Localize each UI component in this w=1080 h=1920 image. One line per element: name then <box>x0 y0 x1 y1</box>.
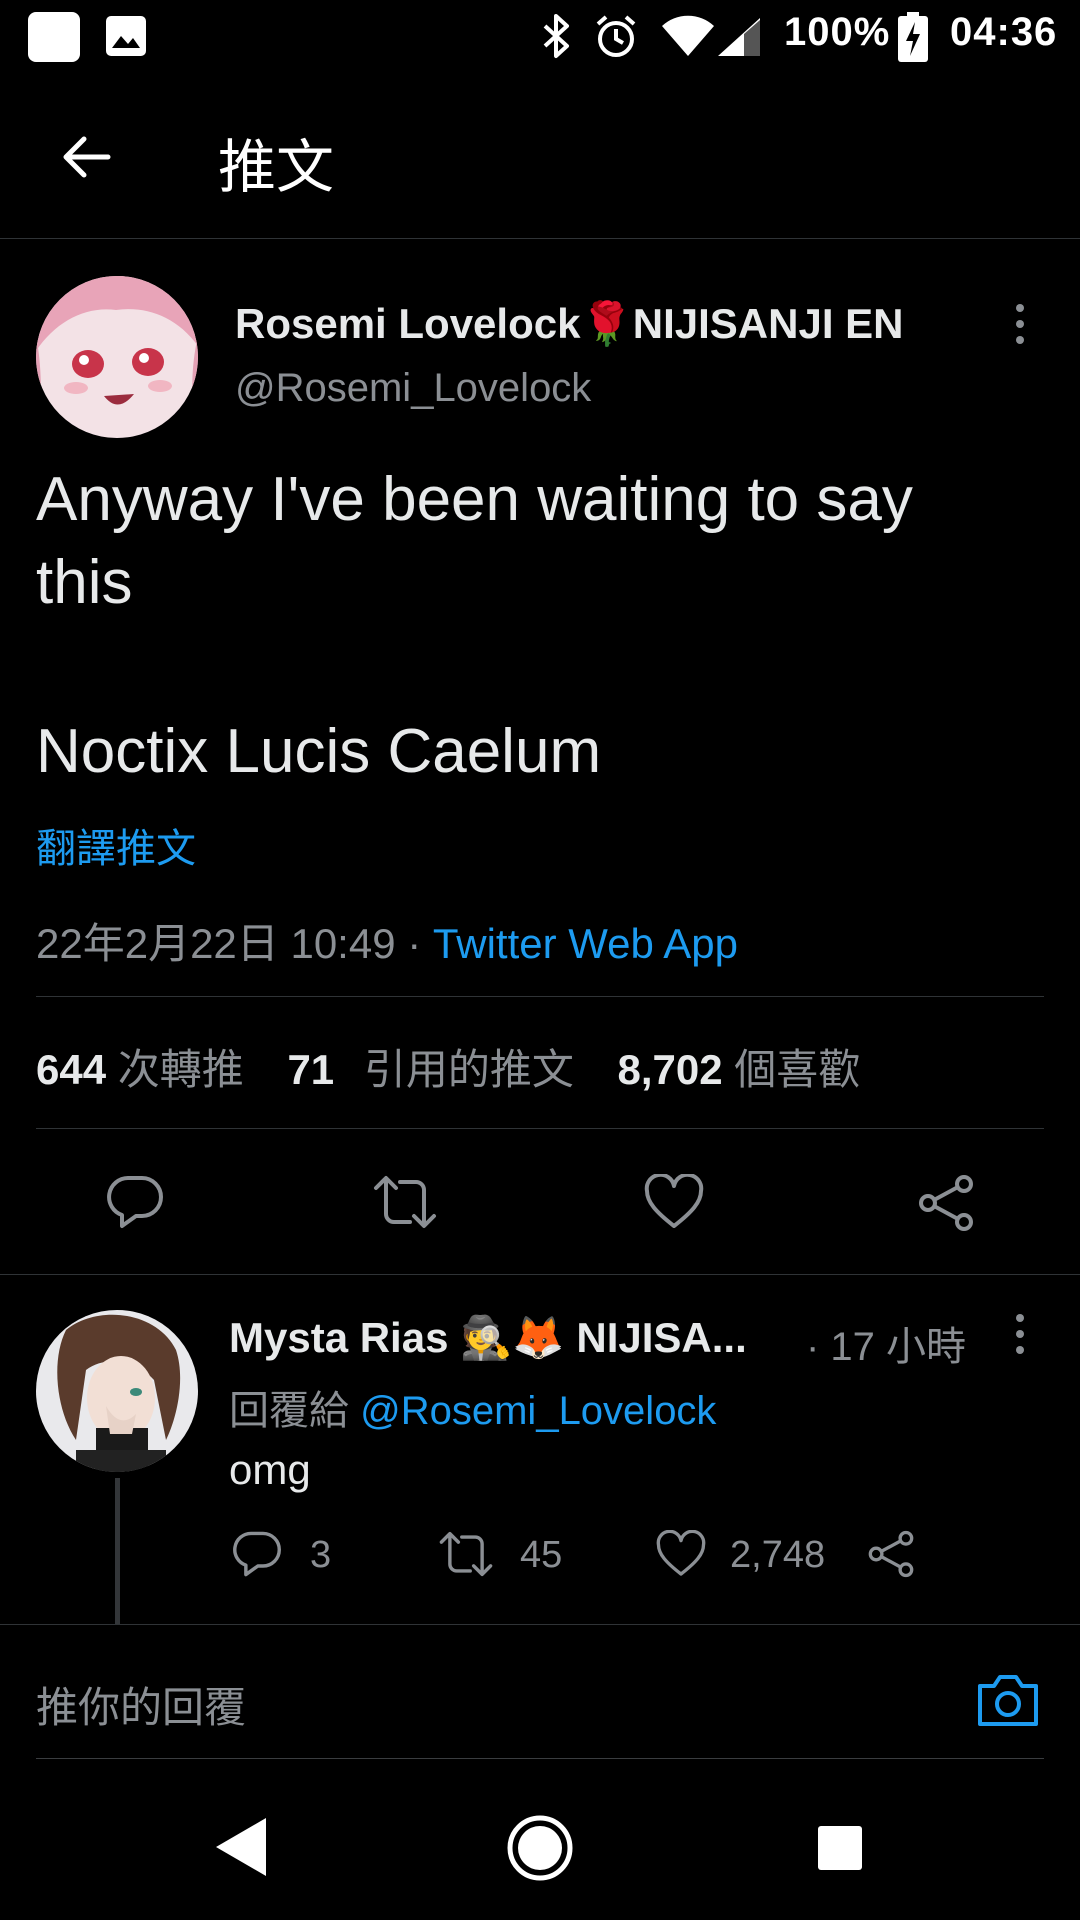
author-name[interactable]: Rosemi Lovelock🌹NIJISANJI EN <box>235 300 904 349</box>
thread-line <box>115 1478 120 1624</box>
signal-icon <box>716 16 762 63</box>
reply-author-avatar[interactable] <box>36 1310 198 1472</box>
retweet-stat[interactable]: 644 次轉推 <box>36 1046 244 1093</box>
nav-home-icon[interactable] <box>506 1814 574 1887</box>
tweet-meta: 22年2月22日 10:49 · Twitter Web App <box>36 910 738 971</box>
divider <box>36 996 1044 997</box>
author-avatar[interactable] <box>36 276 198 438</box>
rose-emoji: 🌹 <box>580 300 633 347</box>
nav-back-icon[interactable] <box>212 1816 268 1883</box>
replying-to: 回覆給 @Rosemi_Lovelock <box>229 1389 717 1433</box>
reply-retweet-icon[interactable] <box>438 1530 494 1588</box>
reply-comment-icon[interactable] <box>232 1530 282 1588</box>
author-affiliation: NIJISANJI EN <box>632 300 904 347</box>
reply-comment-count: 3 <box>310 1534 332 1576</box>
app-icon <box>28 12 80 62</box>
reply-author-affiliation: NIJISA... <box>576 1314 747 1361</box>
system-nav-bar <box>0 1776 1080 1920</box>
wifi-icon <box>660 14 716 63</box>
reply-like-icon[interactable] <box>656 1529 706 1588</box>
reply-like-count: 2,748 <box>730 1534 826 1576</box>
reply-input-placeholder[interactable]: 推你的回覆 <box>36 1674 246 1735</box>
nav-recents-icon[interactable] <box>816 1824 864 1877</box>
reply-author-name[interactable]: Mysta Rias 🕵🦊 NIJISA... <box>229 1314 747 1363</box>
battery-percent: 100% <box>784 10 891 54</box>
reply-more-options-icon[interactable] <box>1008 1312 1032 1361</box>
battery-charging-icon <box>898 12 928 67</box>
share-icon[interactable] <box>916 1174 976 1232</box>
replying-to-handle-link[interactable]: @Rosemi_Lovelock <box>360 1389 716 1433</box>
detective-fox-emoji: 🕵🦊 <box>460 1314 565 1361</box>
translate-tweet-link[interactable]: 翻譯推文 <box>36 816 196 874</box>
bluetooth-icon <box>540 12 574 65</box>
reply-time: · 17 小時 <box>806 1325 967 1369</box>
reply-share-icon[interactable] <box>866 1530 916 1588</box>
reply-icon[interactable] <box>106 1174 164 1230</box>
tweet-stats: 644 次轉推 71 引用的推文 8,702 個喜歡 <box>36 1036 860 1097</box>
like-stat[interactable]: 8,702 個喜歡 <box>618 1046 861 1093</box>
image-icon <box>104 14 148 63</box>
meta-separator: · <box>407 920 422 967</box>
like-icon[interactable] <box>644 1174 704 1230</box>
tweet-source-link[interactable]: Twitter Web App <box>433 920 738 967</box>
camera-icon[interactable] <box>976 1672 1040 1733</box>
timestamp: 22年2月22日 10:49 <box>36 920 396 967</box>
tweet-text: Anyway I've been waiting to say this Noc… <box>36 465 913 786</box>
divider <box>0 1274 1080 1275</box>
quote-stat[interactable]: 71 引用的推文 <box>287 1046 573 1093</box>
arrow-left-icon[interactable] <box>58 130 112 189</box>
reply-text: omg <box>229 1446 311 1493</box>
page-title: 推文 <box>218 135 335 200</box>
retweet-icon[interactable] <box>372 1174 438 1230</box>
top-app-bar: 推文 <box>0 80 1080 239</box>
divider <box>36 1128 1044 1129</box>
author-handle[interactable]: @Rosemi_Lovelock <box>235 366 591 411</box>
composer-underline <box>36 1758 1044 1759</box>
clock: 04:36 <box>950 10 1058 54</box>
reply-retweet-count: 45 <box>520 1534 563 1576</box>
more-options-icon[interactable] <box>1008 302 1032 351</box>
alarm-icon <box>592 12 640 65</box>
status-bar: 100% 04:36 <box>0 0 1080 80</box>
